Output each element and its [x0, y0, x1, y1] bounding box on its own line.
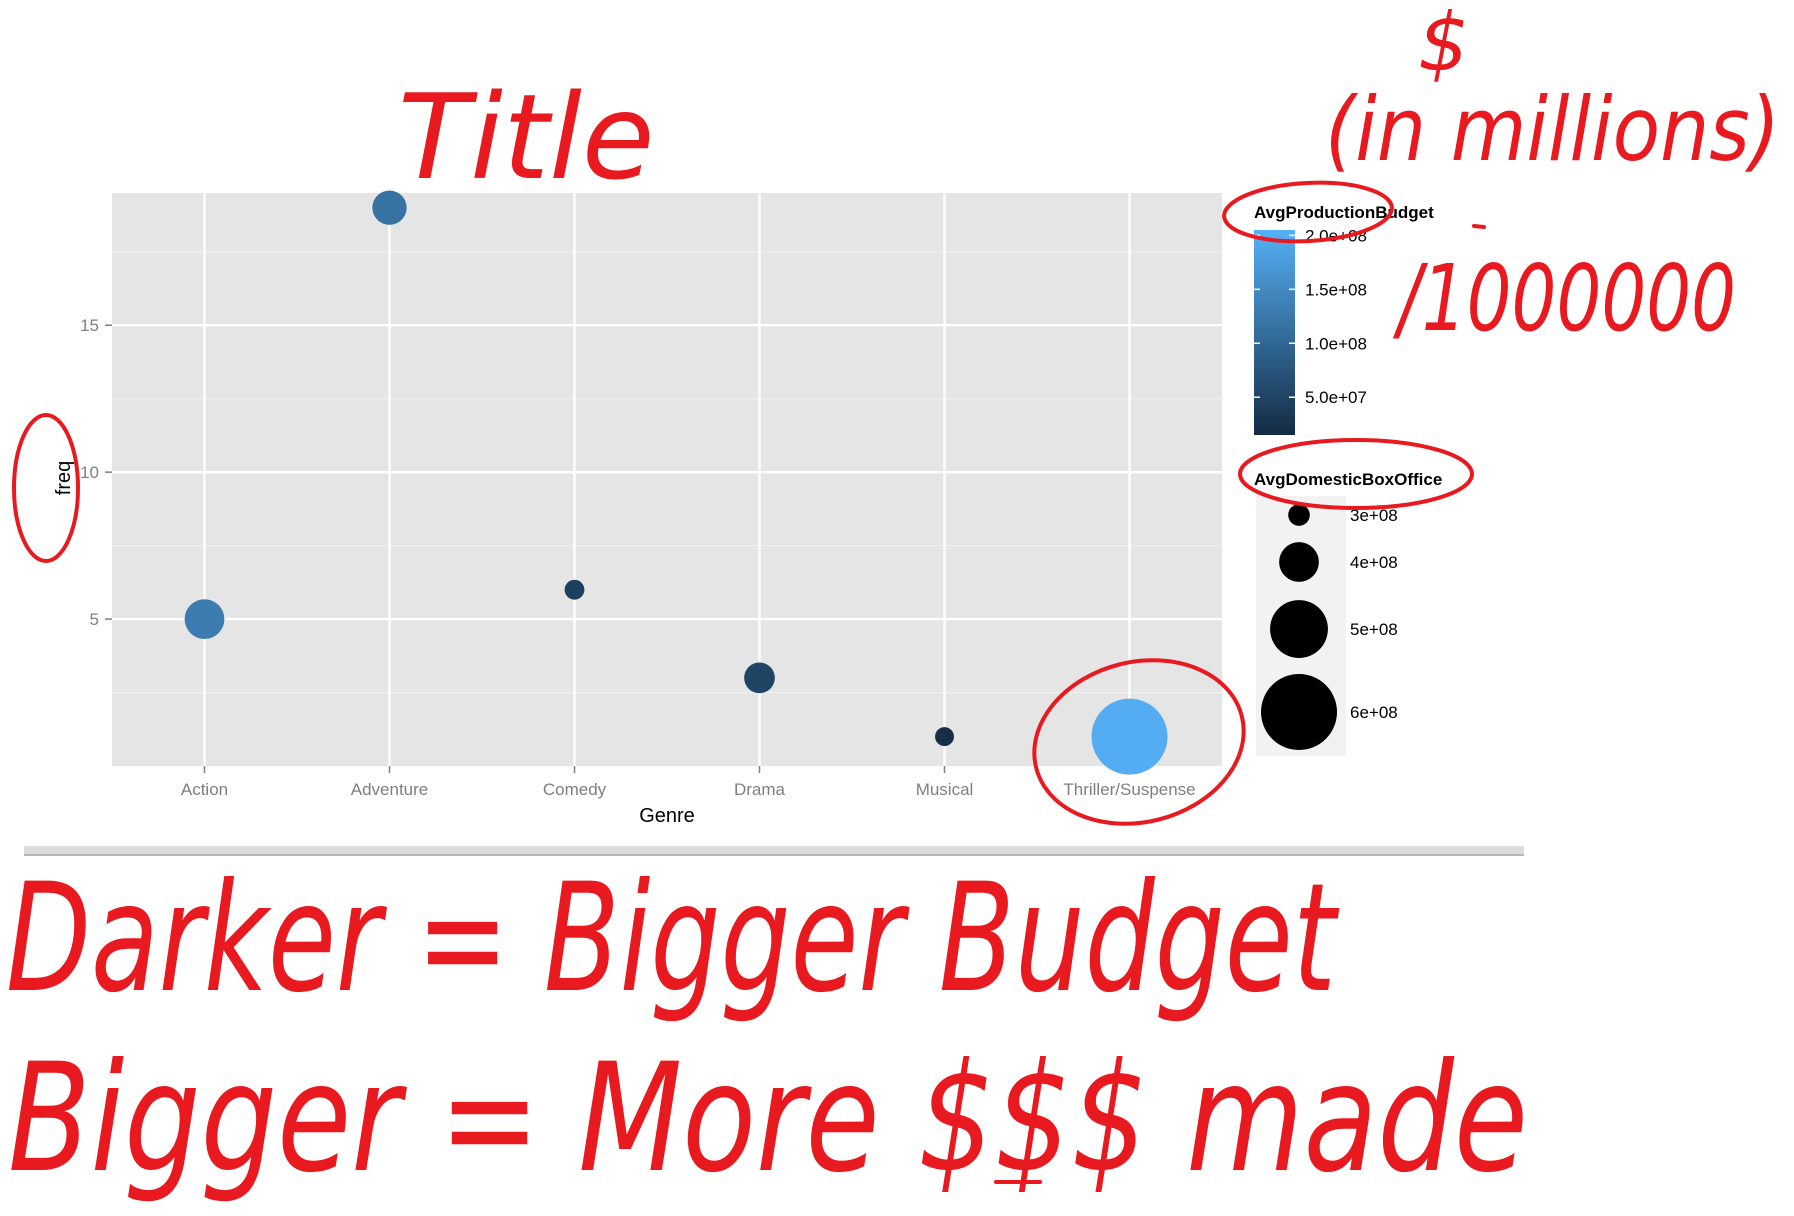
- size-legend-label: 4e+08: [1350, 553, 1398, 572]
- annotation-dash-mark: [1472, 224, 1486, 229]
- size-legend-key: [1279, 542, 1319, 582]
- annotation-title-note: Title: [398, 68, 655, 206]
- y-tick-label: 5: [90, 610, 99, 629]
- color-legend-bar: [1254, 230, 1295, 435]
- size-legend-label: 6e+08: [1350, 703, 1398, 722]
- chart-canvas: 5 10 15 Action Adventure Comedy Drama Musical Th…: [6, 0, 1780, 1206]
- data-point: [564, 579, 585, 600]
- annotation-dollar-note: $: [1418, 0, 1469, 89]
- x-tick-label: Musical: [916, 780, 974, 799]
- data-point: [935, 727, 954, 747]
- x-tick-label: Action: [181, 780, 228, 799]
- size-legend-key: [1261, 674, 1337, 750]
- color-legend-label: 1.0e+08: [1305, 334, 1367, 353]
- data-point: [744, 662, 775, 694]
- color-legend-title: AvgProductionBudget: [1254, 203, 1434, 222]
- plot-panel: [112, 193, 1222, 766]
- annotation-darker-note: Darker = Bigger Budget: [6, 852, 1340, 1026]
- x-axis-title: Genre: [639, 805, 695, 827]
- y-tick-label: 15: [80, 316, 99, 335]
- x-tick-label: Adventure: [351, 780, 429, 799]
- annotation-divide-note: /1000000: [1393, 245, 1736, 352]
- x-tick-label: Comedy: [543, 780, 607, 799]
- annotation-bigger-note: Bigger = More $$$ made: [8, 1032, 1528, 1206]
- size-legend-key: [1288, 504, 1310, 526]
- color-legend-label: 5.0e+07: [1305, 388, 1367, 407]
- x-tick-label: Drama: [734, 780, 786, 799]
- y-tick-label: 10: [80, 463, 99, 482]
- color-legend-label: 1.5e+08: [1305, 280, 1367, 299]
- size-legend-title: AvgDomesticBoxOffice: [1254, 470, 1442, 489]
- size-legend-label: 5e+08: [1350, 620, 1398, 639]
- x-tick-label: Thriller/Suspense: [1063, 780, 1195, 799]
- size-legend-key: [1270, 600, 1328, 658]
- data-point: [1091, 698, 1168, 775]
- annotation-millions-note: (in millions): [1325, 78, 1780, 181]
- data-point: [184, 599, 225, 639]
- y-axis-title: freq: [53, 461, 75, 495]
- size-legend: AvgDomesticBoxOffice 3e+084e+085e+086e+0…: [1254, 470, 1442, 756]
